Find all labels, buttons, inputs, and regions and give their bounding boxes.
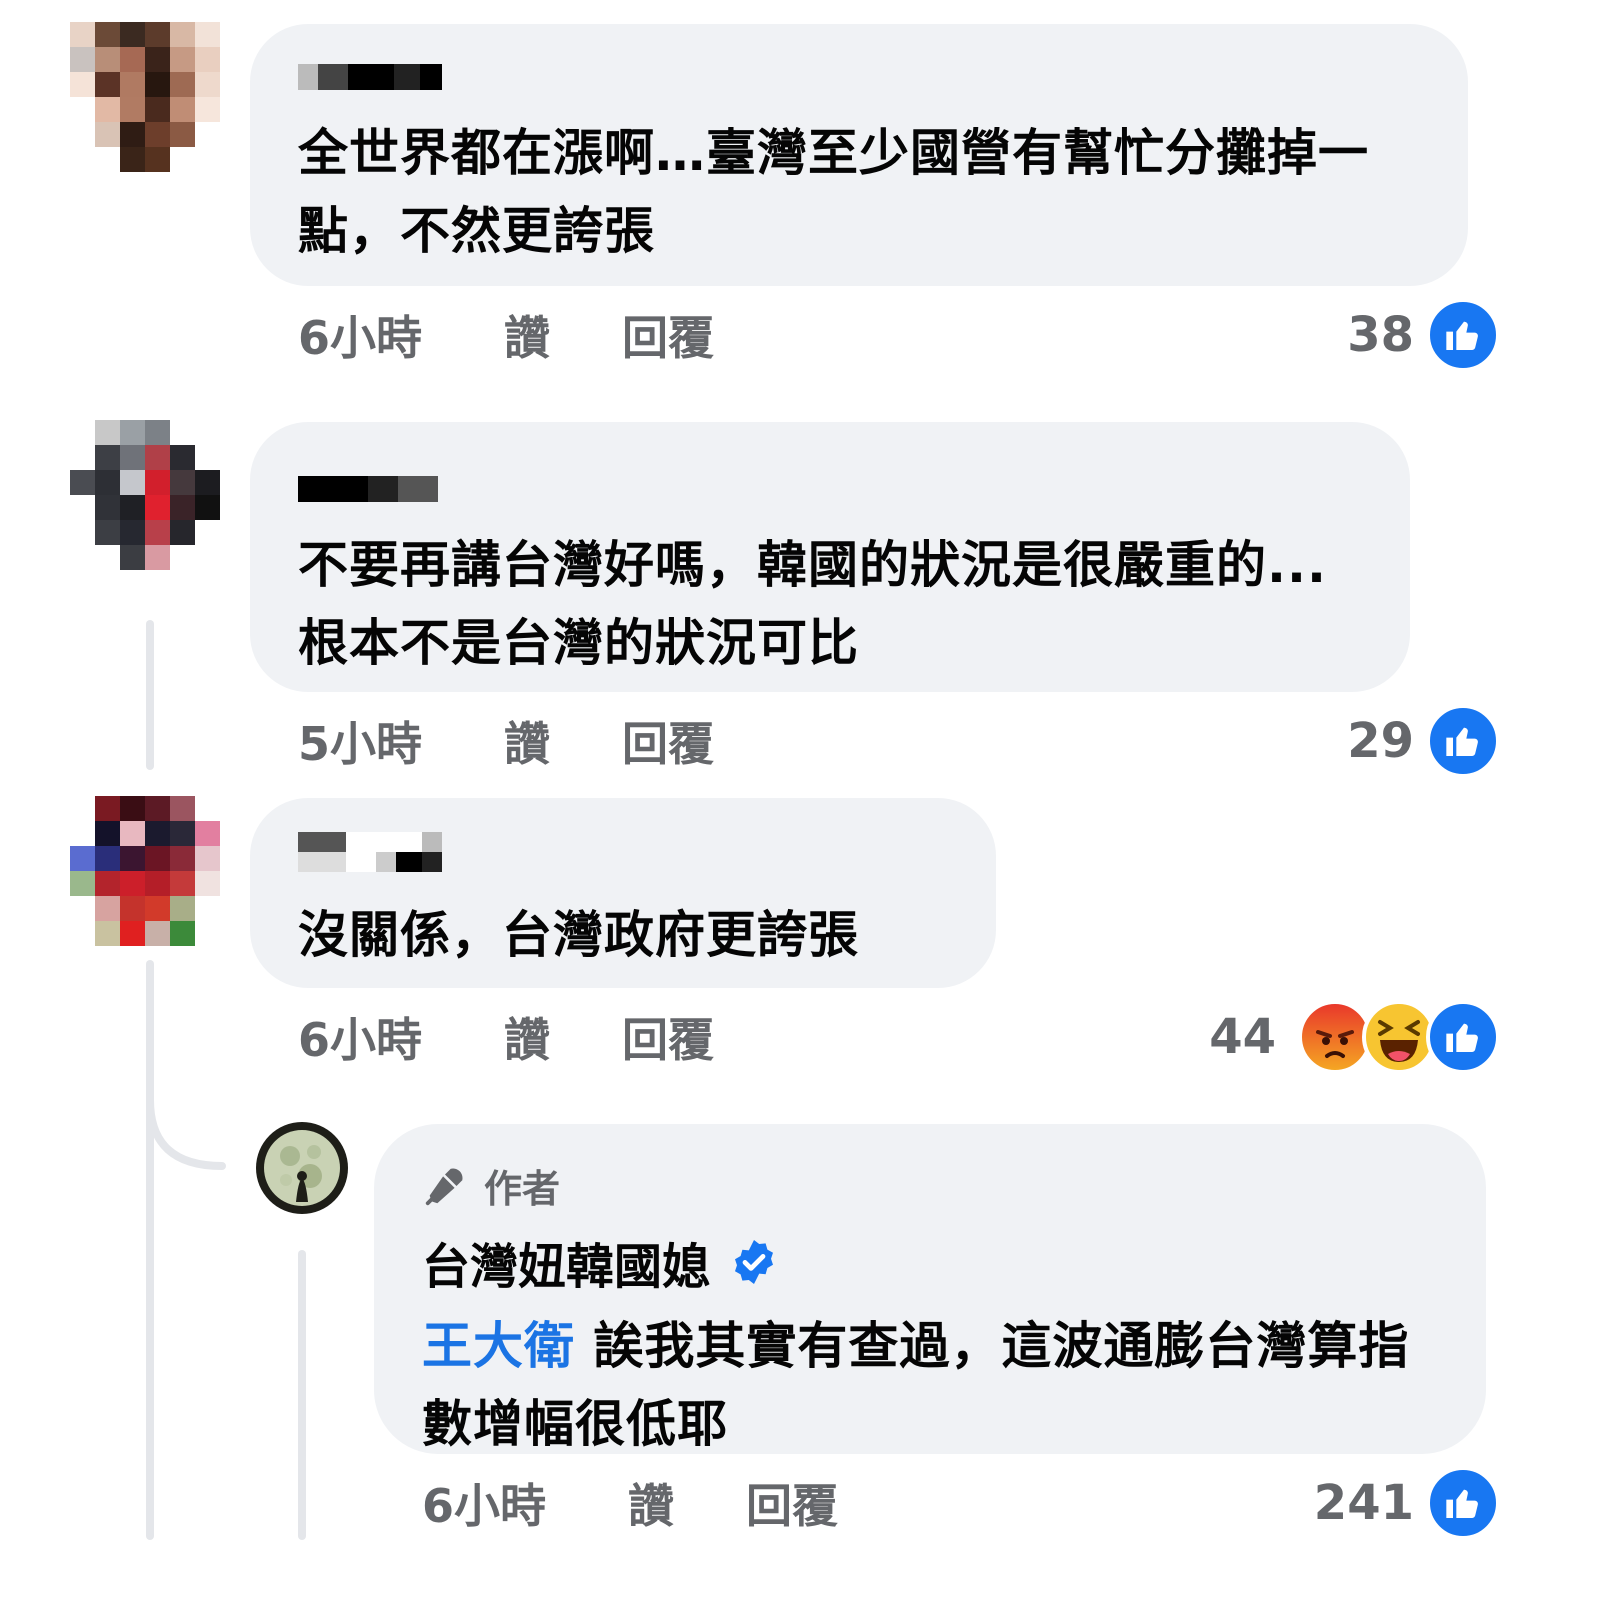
- avatar[interactable]: [70, 22, 220, 172]
- redacted-author-name[interactable]: [298, 832, 948, 872]
- like-icon: [1426, 1000, 1500, 1074]
- comment-time[interactable]: 6小時: [298, 1004, 504, 1070]
- like-button[interactable]: 讚: [504, 1004, 622, 1070]
- like-icon: [1426, 298, 1500, 372]
- reaction-summary[interactable]: 44: [1209, 1000, 1500, 1074]
- author-badge: 作者: [422, 1158, 1436, 1213]
- comment-actions: 5小時 讚 回覆: [298, 708, 714, 774]
- verified-badge-icon: [730, 1238, 778, 1286]
- microphone-icon: [422, 1163, 468, 1209]
- reply-button[interactable]: 回覆: [622, 1004, 714, 1070]
- comment-bubble: 全世界都在漲啊…臺灣至少國營有幫忙分攤掉一點，不然更誇張: [250, 24, 1468, 286]
- reply-thread-line: [298, 1250, 306, 1540]
- redacted-author-name[interactable]: [298, 476, 1362, 502]
- like-icon: [1426, 704, 1500, 778]
- reply-button[interactable]: 回覆: [746, 1470, 838, 1536]
- thread-line: [146, 960, 154, 1540]
- haha-icon: [1362, 1000, 1436, 1074]
- reaction-count: 29: [1347, 713, 1414, 769]
- comment-text: 不要再講台灣好嗎，韓國的狀況是很嚴重的...根本不是台灣的狀況可比: [298, 536, 1327, 672]
- avatar[interactable]: [70, 796, 220, 946]
- like-button[interactable]: 讚: [504, 708, 622, 774]
- reaction-summary[interactable]: 38: [1347, 298, 1500, 372]
- comment-text: 沒關係，台灣政府更誇張: [298, 906, 859, 964]
- reaction-summary[interactable]: 241: [1314, 1466, 1500, 1540]
- reaction-count: 44: [1209, 1009, 1276, 1065]
- redacted-author-name[interactable]: [298, 64, 1420, 90]
- page-name[interactable]: 台灣妞韓國媳: [422, 1227, 710, 1297]
- like-button[interactable]: 讚: [504, 302, 622, 368]
- reply-time[interactable]: 6小時: [422, 1470, 628, 1536]
- reply-actions: 6小時 讚 回覆: [422, 1470, 838, 1536]
- comment-text: 全世界都在漲啊…臺灣至少國營有幫忙分攤掉一點，不然更誇張: [298, 124, 1369, 260]
- mention-link[interactable]: 王大衛: [422, 1317, 575, 1375]
- comment-bubble: 不要再講台灣好嗎，韓國的狀況是很嚴重的...根本不是台灣的狀況可比: [250, 422, 1410, 692]
- thread-line: [146, 620, 154, 770]
- angry-icon: [1298, 1000, 1372, 1074]
- avatar[interactable]: [70, 420, 220, 570]
- reply-bubble: 作者 台灣妞韓國媳 王大衛 誒我其實有查過，這波通膨台灣算指數增幅很低耶: [374, 1124, 1486, 1454]
- reaction-count: 241: [1313, 1475, 1414, 1531]
- reaction-summary[interactable]: 29: [1347, 704, 1500, 778]
- like-icon: [1426, 1466, 1500, 1540]
- comment-time[interactable]: 6小時: [298, 302, 504, 368]
- comment-actions: 6小時 讚 回覆: [298, 1004, 714, 1070]
- reply-text: 王大衛 誒我其實有查過，這波通膨台灣算指數增幅很低耶: [422, 1307, 1436, 1463]
- author-badge-label: 作者: [484, 1167, 561, 1211]
- comment-time[interactable]: 5小時: [298, 708, 504, 774]
- page-avatar[interactable]: [256, 1122, 348, 1214]
- like-button[interactable]: 讚: [628, 1470, 746, 1536]
- page-name-row: 台灣妞韓國媳: [422, 1227, 1436, 1297]
- thread-connector: [146, 1100, 226, 1170]
- reply-button[interactable]: 回覆: [622, 302, 714, 368]
- reply-button[interactable]: 回覆: [622, 708, 714, 774]
- comment-actions: 6小時 讚 回覆: [298, 302, 714, 368]
- comment-bubble: 沒關係，台灣政府更誇張: [250, 798, 996, 988]
- reaction-count: 38: [1347, 307, 1414, 363]
